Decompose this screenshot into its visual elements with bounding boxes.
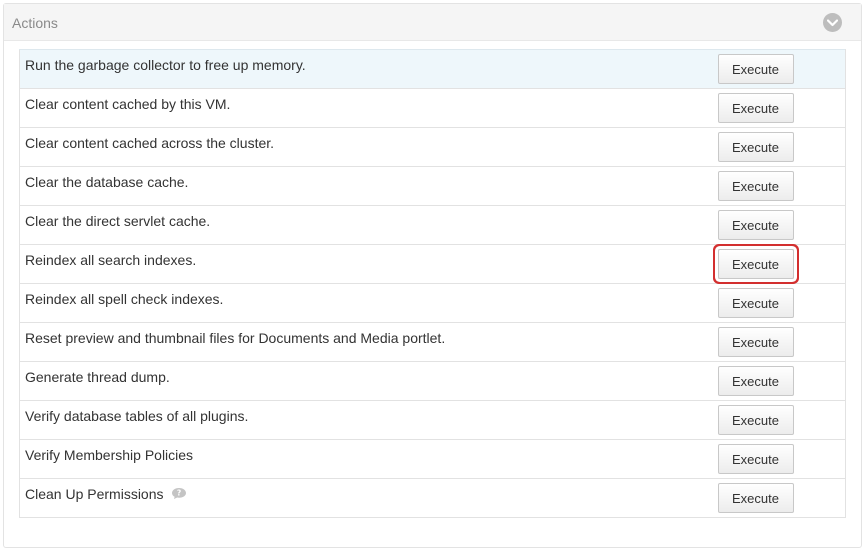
action-label-cell: Reindex all spell check indexes. [19, 283, 718, 323]
action-button-cell: Execute [717, 244, 846, 284]
action-label: Clear content cached across the cluster. [25, 135, 275, 151]
action-label: Clear the direct servlet cache. [25, 213, 211, 229]
action-label: Reset preview and thumbnail files for Do… [25, 330, 446, 346]
action-label: Run the garbage collector to free up mem… [25, 57, 306, 73]
action-label-cell: Clean Up Permissions ? [19, 478, 718, 518]
action-label-cell: Reindex all search indexes. [19, 244, 718, 284]
action-label-cell: Clear content cached across the cluster. [19, 127, 718, 167]
execute-button[interactable]: Execute [717, 327, 794, 357]
action-label-cell: Verify Membership Policies [19, 439, 718, 479]
panel-header[interactable]: Actions [4, 4, 861, 41]
action-label-cell: Generate thread dump. [19, 361, 718, 401]
execute-button[interactable]: Execute [717, 405, 794, 435]
execute-button[interactable]: Execute [717, 171, 794, 201]
table-row: Clear the database cache. Execute [19, 166, 846, 206]
table-row: Run the garbage collector to free up mem… [19, 49, 846, 89]
actions-panel: Actions Run the garbage collector to fre… [3, 3, 862, 548]
table-row: Reindex all spell check indexes. Execute [19, 283, 846, 323]
table-row: Clear content cached across the cluster.… [19, 127, 846, 167]
action-label: Clean Up Permissions [25, 486, 164, 502]
action-button-cell: Execute [717, 88, 846, 128]
panel-title: Actions [12, 15, 58, 31]
chevron-down-circle-icon[interactable] [823, 13, 842, 32]
table-row: Verify database tables of all plugins. E… [19, 400, 846, 440]
question-bubble-icon[interactable]: ? [171, 487, 187, 503]
execute-button[interactable]: Execute [717, 444, 794, 474]
action-button-cell: Execute [717, 361, 846, 401]
execute-button[interactable]: Execute [717, 210, 794, 240]
table-row: Clear content cached by this VM. Execute [19, 88, 846, 128]
action-label: Clear content cached by this VM. [25, 96, 231, 112]
action-label: Reindex all spell check indexes. [25, 291, 224, 307]
action-label: Generate thread dump. [25, 369, 170, 385]
execute-button[interactable]: Execute [717, 249, 794, 279]
table-row: Generate thread dump. Execute [19, 361, 846, 401]
action-label: Clear the database cache. [25, 174, 189, 190]
table-row: Verify Membership Policies Execute [19, 439, 846, 479]
action-button-cell: Execute [717, 127, 846, 167]
action-button-cell: Execute [717, 322, 846, 362]
action-label-cell: Clear the direct servlet cache. [19, 205, 718, 245]
action-label-cell: Reset preview and thumbnail files for Do… [19, 322, 718, 362]
table-row: Reset preview and thumbnail files for Do… [19, 322, 846, 362]
execute-button[interactable]: Execute [717, 366, 794, 396]
table-row: Clean Up Permissions ? Execute [19, 478, 846, 518]
action-button-cell: Execute [717, 439, 846, 479]
table-row: Clear the direct servlet cache. Execute [19, 205, 846, 245]
action-button-cell: Execute [717, 283, 846, 323]
execute-button[interactable]: Execute [717, 483, 794, 513]
action-button-cell: Execute [717, 166, 846, 206]
action-button-cell: Execute [717, 400, 846, 440]
svg-text:?: ? [177, 489, 181, 498]
action-label: Verify database tables of all plugins. [25, 408, 249, 424]
execute-button[interactable]: Execute [717, 132, 794, 162]
action-label-cell: Run the garbage collector to free up mem… [20, 50, 718, 89]
execute-button[interactable]: Execute [717, 288, 794, 318]
action-label: Verify Membership Policies [25, 447, 194, 463]
action-label-cell: Verify database tables of all plugins. [19, 400, 718, 440]
action-label-cell: Clear content cached by this VM. [19, 88, 718, 128]
execute-button[interactable]: Execute [717, 54, 794, 84]
execute-button[interactable]: Execute [717, 93, 794, 123]
actions-table: Run the garbage collector to free up mem… [19, 49, 846, 518]
action-button-cell: Execute [717, 205, 846, 245]
action-label-cell: Clear the database cache. [19, 166, 718, 206]
action-label: Reindex all search indexes. [25, 252, 197, 268]
action-button-cell: Execute [717, 50, 846, 89]
panel-body: Run the garbage collector to free up mem… [4, 41, 861, 547]
action-button-cell: Execute [717, 478, 846, 518]
table-row: Reindex all search indexes. Execute [19, 244, 846, 284]
